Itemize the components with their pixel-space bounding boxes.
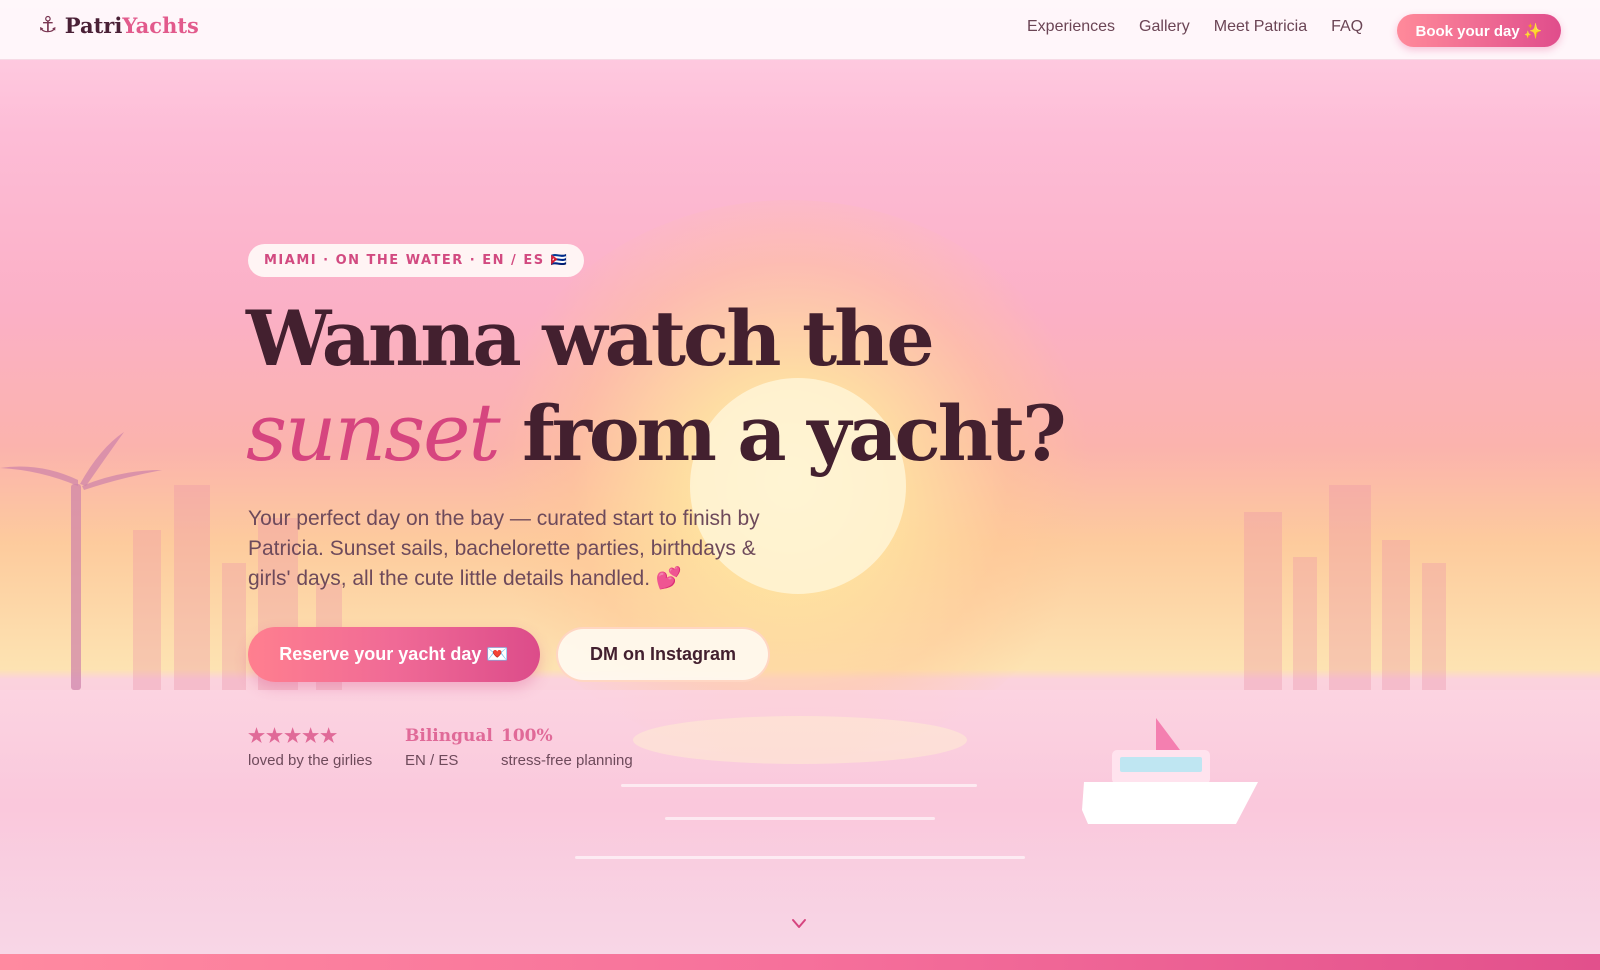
stat-label: EN / ES (405, 752, 459, 769)
headline-accent-word: sunset (246, 386, 501, 479)
skyline-building (1329, 485, 1371, 690)
stat-stress-free: 100% stress-free planning (501, 724, 633, 769)
yacht-illustration (1082, 718, 1258, 824)
rating-stars: ★★★★★ (248, 725, 339, 747)
book-your-day-button[interactable]: Book your day ✨ (1397, 14, 1561, 47)
brand-logo[interactable]: ⚓ Patri Yachts (38, 13, 199, 38)
skyline-building (1244, 512, 1282, 690)
skyline-building (1422, 563, 1446, 690)
headline-line-2: from a yacht? (522, 389, 1067, 478)
water-wave (575, 856, 1025, 859)
skyline-building (133, 530, 161, 690)
skyline-building (1293, 557, 1317, 690)
headline-line-1: Wanna watch the (246, 294, 935, 383)
nav-links: Experiences Gallery Meet Patricia FAQ (1027, 18, 1387, 36)
skyline-building (222, 563, 246, 690)
stat-label: loved by the girlies (248, 752, 373, 769)
water-wave (621, 784, 977, 787)
stat-value: Bilingual (405, 726, 493, 746)
chevron-down-icon[interactable] (790, 914, 808, 932)
top-navigation: ⚓ Patri Yachts Experiences Gallery Meet … (0, 0, 1600, 60)
stat-bilingual: Bilingual EN / ES (405, 724, 493, 769)
stat-rating: ★★★★★ loved by the girlies (248, 724, 372, 769)
hero-headline: Wanna watch the sunset from a yacht? (246, 292, 1067, 481)
water-wave (665, 817, 935, 820)
hero-subtitle: Your perfect day on the bay — curated st… (248, 507, 760, 590)
bottom-accent-bar (0, 954, 1600, 970)
nav-link-faq[interactable]: FAQ (1331, 18, 1363, 36)
brand-name-accent: Yachts (122, 13, 199, 38)
skyline-building (174, 485, 210, 690)
palm-tree-trunk (71, 484, 81, 690)
stat-label: stress-free planning (501, 752, 633, 769)
nav-link-gallery[interactable]: Gallery (1139, 18, 1190, 36)
anchor-icon: ⚓ (38, 13, 58, 38)
skyline-building (1382, 540, 1410, 690)
nav-link-meet-patricia[interactable]: Meet Patricia (1214, 18, 1307, 36)
location-tag: MIAMI · ON THE WATER · EN / ES 🇨🇺 (248, 244, 585, 277)
nav-link-experiences[interactable]: Experiences (1027, 18, 1115, 36)
reserve-yacht-day-button[interactable]: Reserve your yacht day 💌 (248, 627, 540, 682)
sun-reflection (633, 716, 967, 764)
dm-instagram-button[interactable]: DM on Instagram (556, 627, 770, 682)
palm-leaves-icon (0, 432, 162, 490)
brand-name-plain: Patri (64, 13, 123, 38)
stat-value: 100% (501, 726, 553, 746)
